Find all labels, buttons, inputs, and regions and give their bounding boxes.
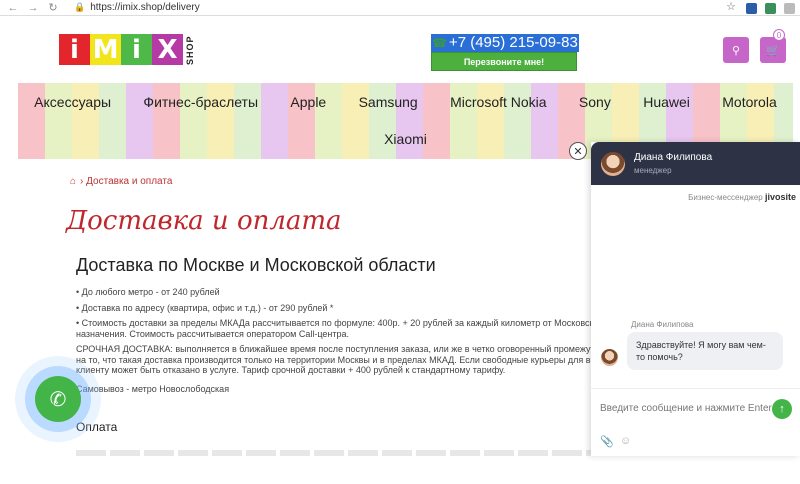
payment-title: Оплата (76, 420, 118, 434)
lock-icon: 🔒 (74, 2, 86, 12)
reload-icon[interactable]: ↻ (46, 1, 60, 14)
arrow-up-icon: ↑ (779, 403, 785, 415)
arrow-left-icon[interactable]: ← (6, 2, 20, 14)
menu-item[interactable]: Huawei (643, 94, 690, 110)
chat-widget: Диана Филипова менеджер Бизнес-мессендже… (591, 142, 800, 456)
section-title: Доставка по Москве и Московской области (76, 255, 436, 275)
operator-role: менеджер (634, 166, 672, 175)
content-paragraph: • До любого метро - от 240 рублей (76, 287, 220, 297)
brand-text: Бизнес-мессенджер (688, 193, 763, 202)
arrow-right-icon[interactable]: → (26, 2, 40, 14)
delivery-content: • До любого метро - от 240 рублей • Доста… (76, 287, 591, 399)
home-icon[interactable]: ⌂ (70, 176, 76, 187)
emoji-icon[interactable]: ☺ (620, 435, 631, 447)
send-button[interactable]: ↑ (772, 399, 792, 419)
phone-icon: ☎ (432, 36, 447, 50)
extension-icon[interactable] (765, 3, 776, 14)
menu-item[interactable]: Samsung (359, 94, 418, 110)
phone-text: +7 (495) 215-09-83 (448, 34, 578, 51)
faded-text (76, 450, 591, 456)
call-widget-button[interactable]: ✆ (35, 376, 81, 422)
content-paragraph: назначения. Стоимость рассчитывается опе… (76, 328, 349, 339)
address-bar[interactable]: https://imix.shop/delivery (90, 2, 200, 13)
brand-name: jivosite (764, 192, 796, 202)
operator-avatar (601, 151, 625, 176)
logo-letter: X (152, 34, 183, 65)
cart-icon: 🛒 (766, 44, 780, 57)
menu-item[interactable]: Sony (579, 94, 611, 110)
menu-row: Аксессуары Фитнес-браслеты Apple Samsung Mic… (18, 94, 793, 110)
cart-button[interactable]: 🛒 (760, 37, 786, 63)
menu-item[interactable]: Microsoft Nokia (450, 94, 546, 110)
logo-letter: i (59, 34, 90, 65)
operator-name: Диана Филипова (634, 152, 713, 163)
message-author: Диана Филипова (631, 320, 694, 329)
bookmark-star-icon[interactable]: ☆ (726, 0, 736, 13)
chat-brand[interactable]: Бизнес-мессенджер jivosite (688, 192, 796, 202)
menu-item[interactable]: Xiaomi (384, 131, 427, 147)
chat-input-area: Введите сообщение и нажмите Enter ↑ 📎 ☺ (591, 388, 800, 456)
logo-suffix: SHOP (185, 35, 195, 65)
page-title: Доставка и оплата (66, 206, 342, 236)
menu-item[interactable]: Motorola (722, 94, 776, 110)
content-paragraph: • Доставка по адресу (квартира, офис и т… (76, 302, 334, 313)
logo-letter: i (121, 34, 152, 65)
menu-item[interactable]: Аксессуары (34, 94, 111, 110)
cart-count-badge: 0 (773, 29, 785, 41)
phone-number[interactable]: ☎ +7 (495) 215-09-83 (431, 34, 579, 52)
extension-icon[interactable] (746, 3, 757, 14)
chat-message: Здравствуйте! Я могу вам чем-то помочь? (627, 332, 783, 370)
logo-letter: M (90, 34, 121, 65)
search-icon: ⚲ (731, 44, 741, 57)
breadcrumb-current: Доставка и оплата (86, 176, 173, 187)
site-logo[interactable]: i Mi X SHOP (59, 34, 195, 65)
browser-toolbar: ← → ↻ 🔒 https://imix.shop/delivery ☆ (0, 0, 800, 16)
menu-item[interactable]: Apple (290, 94, 326, 110)
close-icon: ✕ (573, 145, 583, 158)
close-chat-button[interactable]: ✕ (569, 142, 587, 160)
phone-icon: ✆ (49, 388, 67, 411)
content-paragraph: СРОЧНАЯ ДОСТАВКА: выполняется в ближайше… (76, 344, 591, 354)
chat-input[interactable]: Введите сообщение и нажмите Enter (600, 403, 772, 414)
menu-item[interactable]: Фитнес-браслеты (143, 94, 258, 110)
extension-icon[interactable] (784, 3, 795, 14)
attach-icon[interactable]: 📎 (600, 435, 614, 448)
breadcrumb: ⌂ › Доставка и оплата (70, 176, 173, 187)
operator-avatar (601, 349, 618, 366)
search-button[interactable]: ⚲ (723, 37, 749, 63)
content-paragraph: клиенту может быть отказано в услуге. Та… (76, 365, 506, 375)
content-paragraph: Самовывоз - метро Новослободская (76, 383, 230, 394)
content-paragraph: • Стоимость доставки за пределы МКАДа ра… (76, 318, 591, 328)
callback-button[interactable]: Перезвоните мне! (431, 52, 577, 71)
chat-header: Диана Филипова менеджер (591, 142, 800, 185)
content-paragraph: на то, что такая доставка производится т… (76, 354, 591, 365)
